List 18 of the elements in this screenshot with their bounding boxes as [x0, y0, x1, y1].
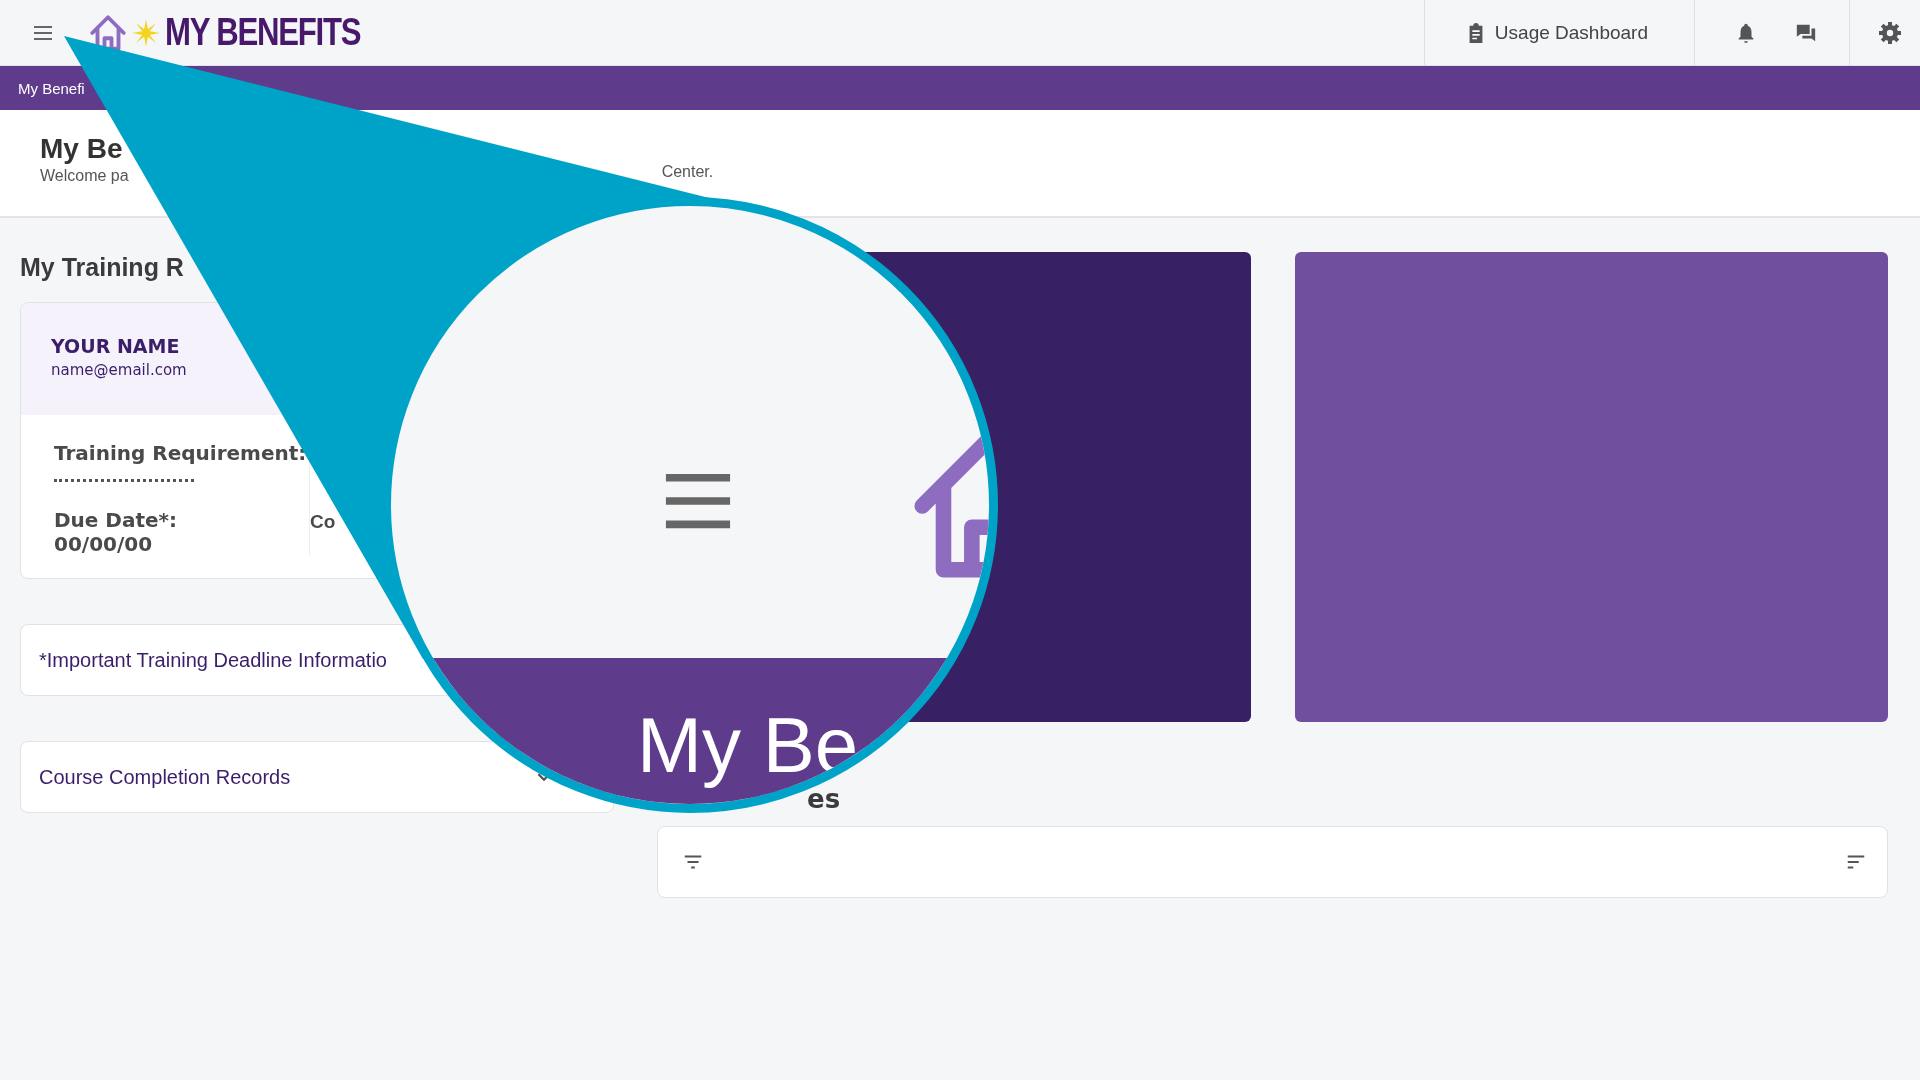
user-name: YOUR NAME — [51, 335, 181, 357]
settings-icon[interactable] — [1878, 20, 1902, 45]
section-title: es — [807, 784, 842, 816]
field-label: Training Requirement: — [54, 441, 308, 465]
field-label: Co — [310, 511, 337, 533]
page-title: My Be — [40, 134, 124, 165]
panel-title: *Important Training Deadline Informatio — [39, 648, 387, 672]
section-title: My Training R — [20, 252, 185, 282]
field-value: 00/00/00 — [54, 532, 154, 556]
page-subtitle: Welcome pa — [40, 166, 129, 185]
field-label: Due Date*: — [54, 508, 179, 532]
usage-dashboard-button[interactable]: Usage Dashboard — [1423, 0, 1695, 65]
panel-title: Course Completion Records — [39, 765, 291, 789]
user-email: name@email.com — [51, 361, 188, 379]
page-subtitle: Center. — [661, 162, 714, 181]
breadcrumb-link[interactable]: My Benefi — [18, 79, 85, 97]
accordion-panel[interactable]: Course Completion Records — [20, 741, 614, 813]
logo-text[interactable]: MY BENEFITS — [165, 11, 361, 54]
